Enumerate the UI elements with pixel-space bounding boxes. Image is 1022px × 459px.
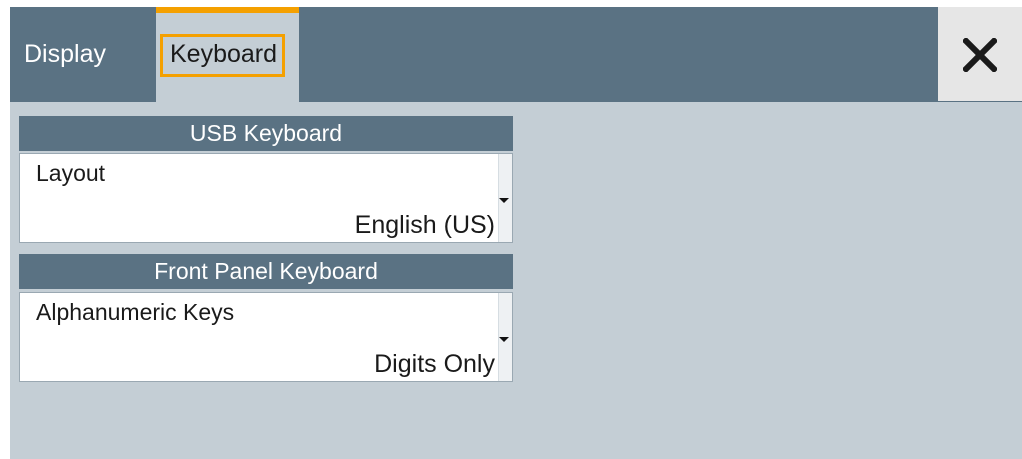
alphanumeric-keys-label: Alphanumeric Keys	[36, 299, 235, 325]
tab-display[interactable]: Display	[10, 7, 155, 102]
layout-label: Layout	[36, 160, 106, 186]
usb-keyboard-header: USB Keyboard	[19, 116, 513, 151]
tab-keyboard-label: Keyboard	[170, 40, 278, 68]
chevron-down-icon	[499, 198, 509, 203]
chevron-down-icon	[499, 337, 509, 342]
active-tab-indicator	[156, 7, 299, 13]
tab-keyboard[interactable]: Keyboard	[156, 7, 299, 102]
alphanumeric-keys-value: Digits Only	[374, 350, 495, 378]
tab-bar: Display Keyboard	[10, 7, 1022, 102]
tab-display-label: Display	[24, 40, 106, 68]
layout-value: English (US)	[354, 211, 495, 239]
layout-dropdown[interactable]: Layout English (US)	[19, 153, 513, 243]
keyboard-settings-dialog: Display Keyboard USB Keyboard Layout Eng…	[10, 7, 1022, 459]
alphanumeric-keys-dropdown[interactable]: Alphanumeric Keys Digits Only	[19, 292, 513, 382]
close-button[interactable]	[938, 7, 1022, 101]
front-panel-keyboard-header: Front Panel Keyboard	[19, 254, 513, 289]
